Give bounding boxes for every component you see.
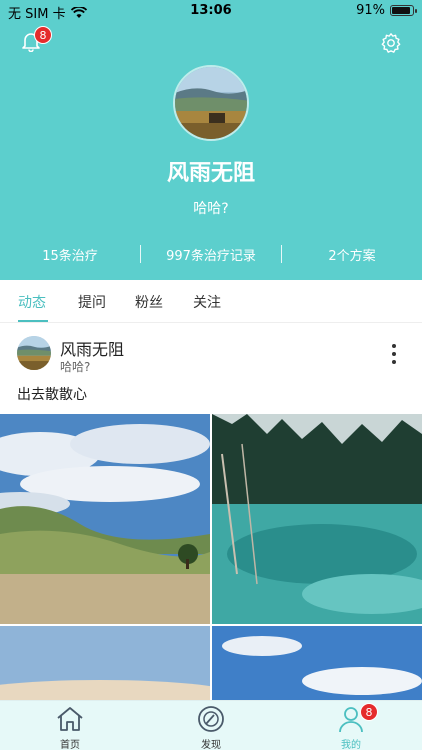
- profile-name: 风雨无阻: [166, 161, 255, 186]
- stat-plans[interactable]: 2个方案: [282, 245, 422, 264]
- notification-badge: 8: [34, 26, 52, 44]
- notification-button[interactable]: 8: [20, 26, 52, 54]
- post-photo-grid: [0, 414, 422, 706]
- settings-button[interactable]: [380, 32, 402, 54]
- photo-sky-1[interactable]: [0, 626, 210, 706]
- profile-screen: 无 SIM 卡 13:06 91% 8 风雨无阻 哈哈? 15条治疗 997条治…: [0, 0, 422, 750]
- tab-activity[interactable]: 动态: [18, 292, 46, 312]
- battery-icon: [390, 5, 417, 16]
- photo-sky-2[interactable]: [212, 626, 422, 706]
- post-card: 风雨无阻 哈哈? 出去散散心: [0, 324, 422, 414]
- landscape-avatar-image: [17, 336, 51, 370]
- landscape-avatar-image: [175, 67, 247, 139]
- post-author-avatar[interactable]: [17, 336, 51, 370]
- profile-stats: 15条治疗 997条治疗记录 2个方案: [0, 242, 422, 266]
- photo-lake[interactable]: [212, 414, 422, 624]
- battery-percent: 91%: [356, 3, 385, 18]
- gear-icon: [381, 33, 401, 53]
- post-text: 出去散散心: [17, 387, 87, 403]
- profile-tabs: 动态 提问 粉丝 关注: [0, 280, 422, 323]
- more-options-button[interactable]: [390, 344, 398, 368]
- profile-avatar[interactable]: [173, 65, 249, 141]
- tab-questions[interactable]: 提问: [78, 292, 106, 312]
- nav-me[interactable]: 8 我的: [316, 703, 386, 750]
- tab-following[interactable]: 关注: [193, 292, 221, 312]
- tab-active-indicator: [18, 320, 48, 322]
- status-bar: 无 SIM 卡 13:06 91%: [0, 0, 422, 22]
- nav-discover[interactable]: 发现: [176, 705, 246, 750]
- nav-me-label: 我的: [341, 740, 361, 750]
- nav-home-label: 首页: [60, 740, 80, 750]
- profile-header: 无 SIM 卡 13:06 91% 8 风雨无阻 哈哈? 15条治疗 997条治…: [0, 0, 422, 280]
- tab-fans[interactable]: 粉丝: [135, 292, 163, 312]
- nav-home[interactable]: 首页: [35, 705, 105, 750]
- post-author-name[interactable]: 风雨无阻: [60, 336, 124, 360]
- post-author-bio: 哈哈?: [60, 360, 91, 374]
- stat-treatment-records[interactable]: 997条治疗记录: [141, 245, 281, 264]
- nav-discover-label: 发现: [201, 740, 221, 750]
- compass-icon: [198, 706, 224, 732]
- home-icon: [57, 707, 83, 731]
- bottom-tab-bar: 首页 发现 8 我的: [0, 700, 422, 750]
- profile-bio: 哈哈?: [193, 201, 229, 217]
- stat-treatments[interactable]: 15条治疗: [0, 245, 140, 264]
- photo-meadow[interactable]: [0, 414, 210, 624]
- nav-me-badge: 8: [360, 703, 378, 721]
